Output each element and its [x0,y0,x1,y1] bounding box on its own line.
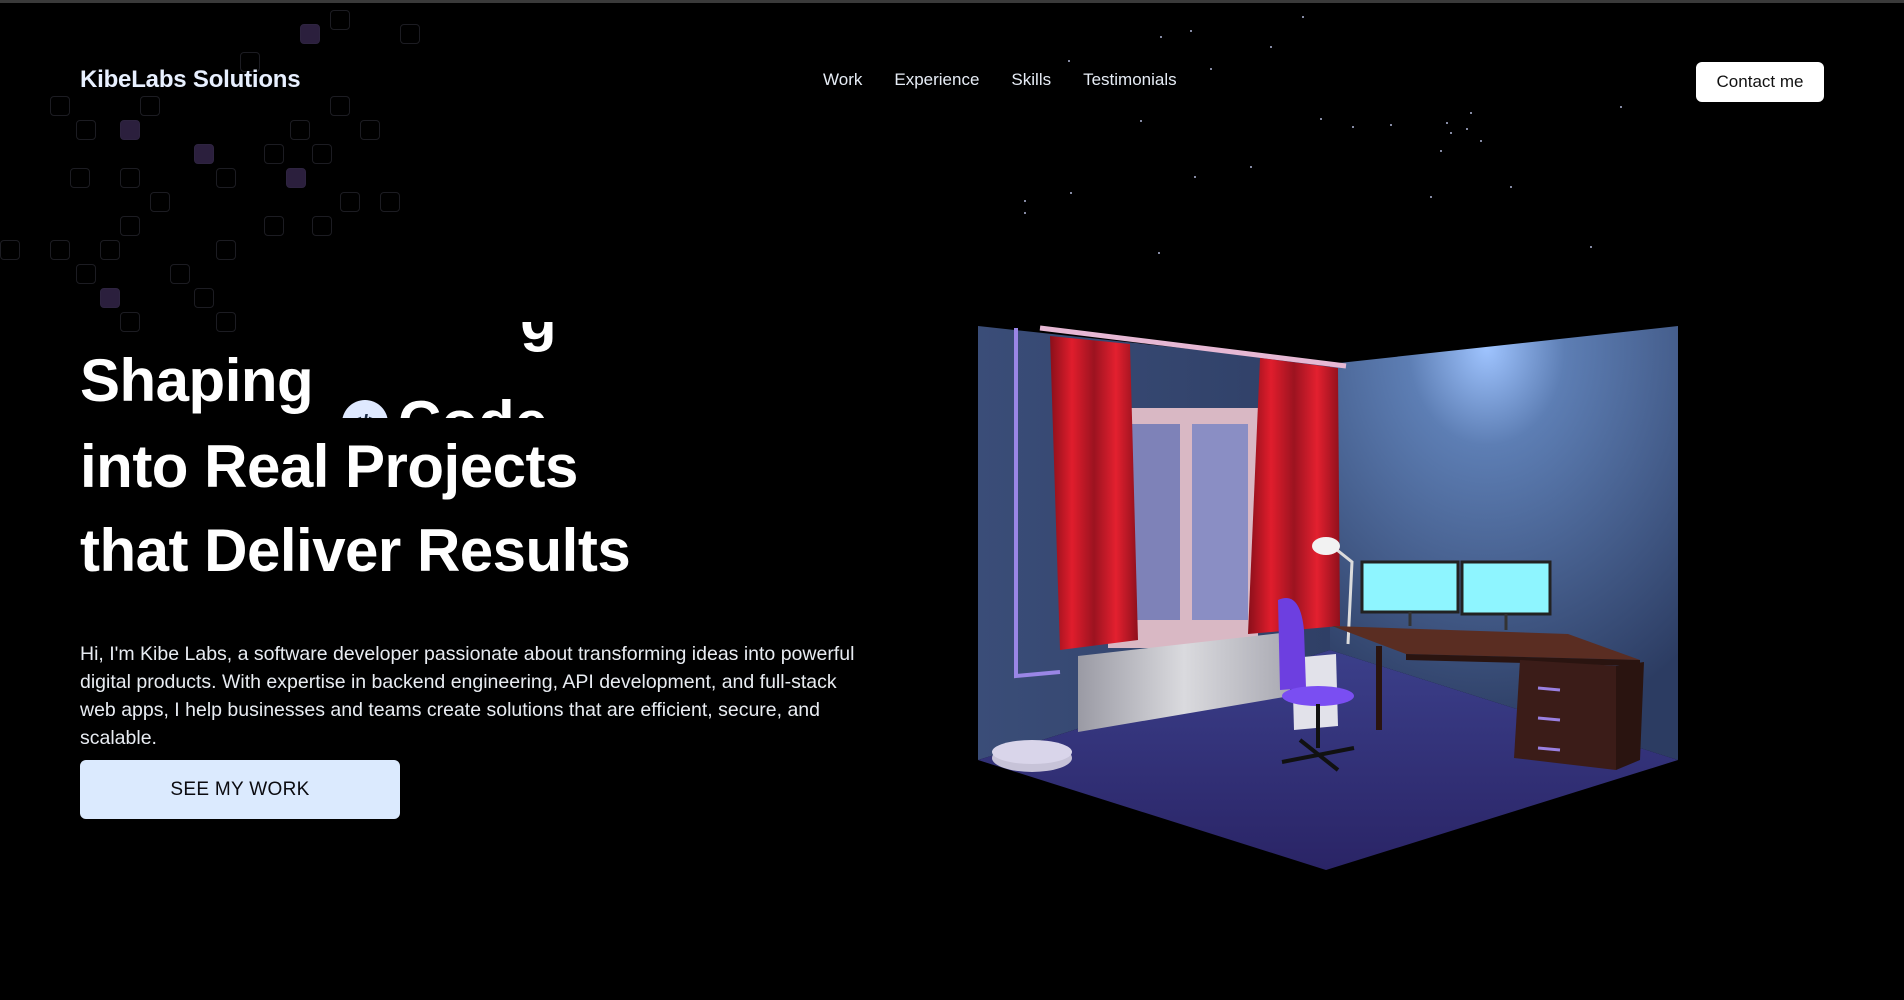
star [1158,252,1160,254]
grid-square [76,264,96,284]
grid-square [120,216,140,236]
grid-square [300,24,320,44]
star [1140,120,1142,122]
rotating-word-exiting: g [520,322,557,353]
grid-square [50,96,70,116]
desk-leg [1376,646,1382,730]
grid-square [264,216,284,236]
grid-square [216,240,236,260]
grid-square [216,168,236,188]
window-glass-right [1192,424,1248,620]
grid-square [360,120,380,140]
star [1470,112,1472,114]
grid-square [330,96,350,116]
grid-square [0,240,20,260]
grid-square [380,192,400,212]
grid-square [50,240,70,260]
decorative-grid [0,0,420,340]
hero-headline-line1: g Shaping </> Code [80,322,760,418]
grid-square [286,168,306,188]
hero-headline-line2: into Real Projects [80,433,578,500]
star [1430,196,1432,198]
star [1480,140,1482,142]
grid-square [330,10,350,30]
code-icon: </> [342,399,388,418]
star [1450,132,1452,134]
star [1302,16,1304,18]
grid-square [150,192,170,212]
star [1466,128,1468,130]
grid-square [100,288,120,308]
grid-square [312,216,332,236]
nav-item-experience[interactable]: Experience [894,70,979,90]
star [1320,118,1322,120]
grid-square [70,168,90,188]
grid-square [290,120,310,140]
grid-square [120,168,140,188]
grid-square [140,96,160,116]
star [1190,30,1192,32]
star [1068,60,1070,62]
grid-square [312,144,332,164]
rotating-word-text: Code [398,388,548,418]
grid-square [264,144,284,164]
grid-square [76,120,96,140]
star [1194,176,1196,178]
grid-square [120,120,140,140]
grid-square [400,24,420,44]
monitor-left [1360,560,1460,614]
room-illustration [978,325,1678,870]
drawer-cabinet [1514,660,1620,770]
hero-intro-text: Hi, I'm Kibe Labs, a software developer … [80,642,855,749]
star [1510,186,1512,188]
star [1590,246,1592,248]
star [1024,200,1026,202]
star [1024,212,1026,214]
monitor-right [1460,560,1552,616]
grid-square [194,144,214,164]
starfield [950,0,1904,270]
see-my-work-button[interactable]: SEE MY WORK [80,760,400,819]
grid-square [194,288,214,308]
rotating-word: </> Code [342,388,548,418]
star [1440,150,1442,152]
grid-square [170,264,190,284]
nav-item-work[interactable]: Work [823,70,862,90]
star [1160,36,1162,38]
grid-square [100,240,120,260]
star [1620,106,1622,108]
main-nav: Work Experience Skills Testimonials [823,70,1177,90]
hero-headline-line3: that Deliver Results [80,517,631,584]
star [1270,46,1272,48]
star [1352,126,1354,128]
nav-item-testimonials[interactable]: Testimonials [1083,70,1177,90]
brand-logo[interactable]: KibeLabs Solutions [80,66,301,94]
star [1446,122,1448,124]
nav-item-skills[interactable]: Skills [1011,70,1051,90]
contact-button[interactable]: Contact me [1696,62,1824,102]
grid-square [340,192,360,212]
star [1070,192,1072,194]
star [1210,68,1212,70]
curtain-left [1050,336,1138,650]
star [1390,124,1392,126]
curtain-right [1248,358,1340,634]
star [1250,166,1252,168]
hero-word-shaping: Shaping [80,347,314,414]
